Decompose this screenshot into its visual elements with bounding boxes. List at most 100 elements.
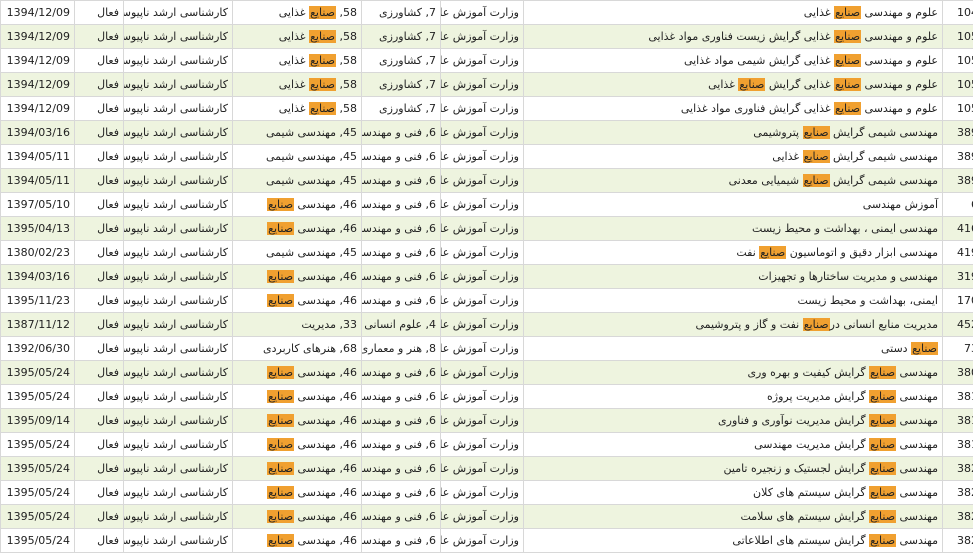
degree-cell: کارشناسی ارشد ناپیوسته bbox=[124, 337, 233, 361]
approval-date-cell: 1395/05/24 bbox=[1, 361, 75, 385]
search-highlight: صنایع bbox=[869, 438, 896, 451]
approval-date-cell: 1394/03/16 bbox=[1, 265, 75, 289]
table-row[interactable]: 3826مهندسی صنایع گرایش سیستم های اطلاعات… bbox=[1, 529, 973, 553]
approval-date-cell: 1394/05/11 bbox=[1, 169, 75, 193]
table-row[interactable]: 1050علوم و مهندسی صنایع غذایی گرایش زیست… bbox=[1, 25, 973, 49]
organization-cell: وزارت آموزش عالی bbox=[441, 457, 524, 481]
table-row[interactable]: 3820مهندسی صنایع گرایش لجستیک و زنجیره ت… bbox=[1, 457, 973, 481]
search-highlight: صنایع bbox=[738, 78, 765, 91]
subgroup-cell: 68, هنرهای کاربردی bbox=[233, 337, 362, 361]
search-highlight: صنایع bbox=[869, 462, 896, 475]
table-row[interactable]: 1702ایمنی، بهداشت و محیط زیستوزارت آموزش… bbox=[1, 289, 973, 313]
subgroup-cell: 45, مهندسی شیمی bbox=[233, 121, 362, 145]
table-row[interactable]: 3899مهندسی شیمی گرایش صنایع شیمیایی معدن… bbox=[1, 169, 973, 193]
course-title-cell: مهندسی صنایع گرایش مدیریت پروژه bbox=[524, 385, 943, 409]
table-row[interactable]: 1054علوم و مهندسی صنایع غذایی گرایش صنای… bbox=[1, 73, 973, 97]
course-code-cell: 732 bbox=[943, 337, 973, 361]
degree-cell: کارشناسی ارشد ناپیوسته bbox=[124, 265, 233, 289]
table-row[interactable]: 3809مهندسی صنایع گرایش کیفیت و بهره وریو… bbox=[1, 361, 973, 385]
approval-date-cell: 1395/05/24 bbox=[1, 433, 75, 457]
organization-cell: وزارت آموزش عالی bbox=[441, 505, 524, 529]
approval-date-cell: 1395/05/24 bbox=[1, 385, 75, 409]
approval-date-cell: 1394/05/11 bbox=[1, 145, 75, 169]
search-highlight: صنایع bbox=[267, 414, 294, 427]
course-title-cell: آموزش مهندسی bbox=[524, 193, 943, 217]
course-code-cell: 1050 bbox=[943, 25, 973, 49]
approval-date-cell: 1387/11/12 bbox=[1, 313, 75, 337]
approval-date-cell: 1392/06/30 bbox=[1, 337, 75, 361]
organization-cell: وزارت آموزش عالی bbox=[441, 121, 524, 145]
subgroup-cell: 45, مهندسی شیمی bbox=[233, 241, 362, 265]
search-highlight: صنایع bbox=[267, 198, 294, 211]
subgroup-cell: 46, مهندسی صنایع bbox=[233, 361, 362, 385]
course-title-cell: صنایع دستی bbox=[524, 337, 943, 361]
status-cell: فعال bbox=[75, 457, 124, 481]
status-cell: فعال bbox=[75, 289, 124, 313]
search-highlight: صنایع bbox=[869, 486, 896, 499]
search-highlight: صنایع bbox=[267, 462, 294, 475]
search-highlight: صنایع bbox=[803, 150, 830, 163]
table-row[interactable]: 732صنایع دستیوزارت آموزش عالی8, هنر و مع… bbox=[1, 337, 973, 361]
table-row[interactable]: 3896مهندسی شیمی گرایش صنایع پتروشیمیوزار… bbox=[1, 121, 973, 145]
subgroup-cell: 58, صنایع غذایی bbox=[233, 73, 362, 97]
group-cell: 6, فنی و مهندسی bbox=[362, 265, 441, 289]
degree-cell: کارشناسی ارشد ناپیوسته bbox=[124, 25, 233, 49]
course-title-cell: مهندسی صنایع گرایش سیستم های سلامت bbox=[524, 505, 943, 529]
course-title-cell: علوم و مهندسی صنایع غذایی گرایش شیمی موا… bbox=[524, 49, 943, 73]
approval-date-cell: 1394/12/09 bbox=[1, 97, 75, 121]
organization-cell: وزارت آموزش عالی bbox=[441, 409, 524, 433]
search-highlight: صنایع bbox=[869, 414, 896, 427]
approval-date-cell: 1395/09/14 bbox=[1, 409, 75, 433]
organization-cell: وزارت آموزش عالی bbox=[441, 73, 524, 97]
table-row[interactable]: 67آموزش مهندسیوزارت آموزش عالی6, فنی و م… bbox=[1, 193, 973, 217]
course-code-cell: 1054 bbox=[943, 73, 973, 97]
table-row[interactable]: 3824مهندسی صنایع گرایش سیستم های سلامتوز… bbox=[1, 505, 973, 529]
degree-cell: کارشناسی ارشد ناپیوسته bbox=[124, 409, 233, 433]
status-cell: فعال bbox=[75, 121, 124, 145]
organization-cell: وزارت آموزش عالی bbox=[441, 265, 524, 289]
course-code-cell: 3820 bbox=[943, 457, 973, 481]
course-title-cell: مهندسی ایمنی ، بهداشت و محیط زیست bbox=[524, 217, 943, 241]
subgroup-cell: 45, مهندسی شیمی bbox=[233, 169, 362, 193]
table-row[interactable]: 1052علوم و مهندسی صنایع غذایی گرایش شیمی… bbox=[1, 49, 973, 73]
degree-cell: کارشناسی ارشد ناپیوسته bbox=[124, 457, 233, 481]
status-cell: فعال bbox=[75, 481, 124, 505]
search-highlight: صنایع bbox=[869, 366, 896, 379]
table-row[interactable]: 3814مهندسی صنایع گرایش مدیریت پروژهوزارت… bbox=[1, 385, 973, 409]
table-row[interactable]: 1056علوم و مهندسی صنایع غذایی گرایش فناو… bbox=[1, 97, 973, 121]
group-cell: 7, کشاورزی bbox=[362, 49, 441, 73]
search-highlight: صنایع bbox=[759, 246, 786, 259]
subgroup-cell: 46, مهندسی صنایع bbox=[233, 193, 362, 217]
subgroup-cell: 58, صنایع غذایی bbox=[233, 49, 362, 73]
course-title-cell: مهندسی صنایع گرایش لجستیک و زنجیره تامین bbox=[524, 457, 943, 481]
search-highlight: صنایع bbox=[309, 102, 336, 115]
search-highlight: صنایع bbox=[267, 270, 294, 283]
degree-cell: کارشناسی ارشد ناپیوسته bbox=[124, 385, 233, 409]
status-cell: فعال bbox=[75, 433, 124, 457]
table-row[interactable]: 1046علوم و مهندسی صنایع غذاییوزارت آموزش… bbox=[1, 1, 973, 25]
group-cell: 6, فنی و مهندسی bbox=[362, 361, 441, 385]
group-cell: 6, فنی و مهندسی bbox=[362, 241, 441, 265]
table-row[interactable]: 3822مهندسی صنایع گرایش سیستم های کلانوزا… bbox=[1, 481, 973, 505]
approval-date-cell: 1380/02/23 bbox=[1, 241, 75, 265]
degree-cell: کارشناسی ارشد ناپیوسته bbox=[124, 481, 233, 505]
subgroup-cell: 46, مهندسی صنایع bbox=[233, 385, 362, 409]
course-title-cell: مهندسی صنایع گرایش کیفیت و بهره وری bbox=[524, 361, 943, 385]
status-cell: فعال bbox=[75, 361, 124, 385]
table-row[interactable]: 3815مهندسی صنایع گرایش مدیریت نوآوری و ف… bbox=[1, 409, 973, 433]
organization-cell: وزارت آموزش عالی bbox=[441, 169, 524, 193]
organization-cell: وزارت آموزش عالی bbox=[441, 97, 524, 121]
approval-date-cell: 1394/03/16 bbox=[1, 121, 75, 145]
table-row[interactable]: 4526مدیریت منابع انسانی درصنایع نفت و گا… bbox=[1, 313, 973, 337]
status-cell: فعال bbox=[75, 73, 124, 97]
table-row[interactable]: 4199مهندسی ابزار دقیق و اتوماسیون صنایع … bbox=[1, 241, 973, 265]
table-row[interactable]: 3197مهندسی و مدیریت ساختارها و تجهیزاتوز… bbox=[1, 265, 973, 289]
course-title-cell: علوم و مهندسی صنایع غذایی گرایش صنایع غذ… bbox=[524, 73, 943, 97]
table-row[interactable]: 3898مهندسی شیمی گرایش صنایع غذاییوزارت آ… bbox=[1, 145, 973, 169]
course-title-cell: علوم و مهندسی صنایع غذایی گرایش زیست فنا… bbox=[524, 25, 943, 49]
subgroup-cell: 46, مهندسی صنایع bbox=[233, 481, 362, 505]
table-row[interactable]: 4169مهندسی ایمنی ، بهداشت و محیط زیستوزا… bbox=[1, 217, 973, 241]
status-cell: فعال bbox=[75, 337, 124, 361]
table-row[interactable]: 3818مهندسی صنایع گرایش مدیریت مهندسیوزار… bbox=[1, 433, 973, 457]
search-highlight: صنایع bbox=[834, 30, 861, 43]
